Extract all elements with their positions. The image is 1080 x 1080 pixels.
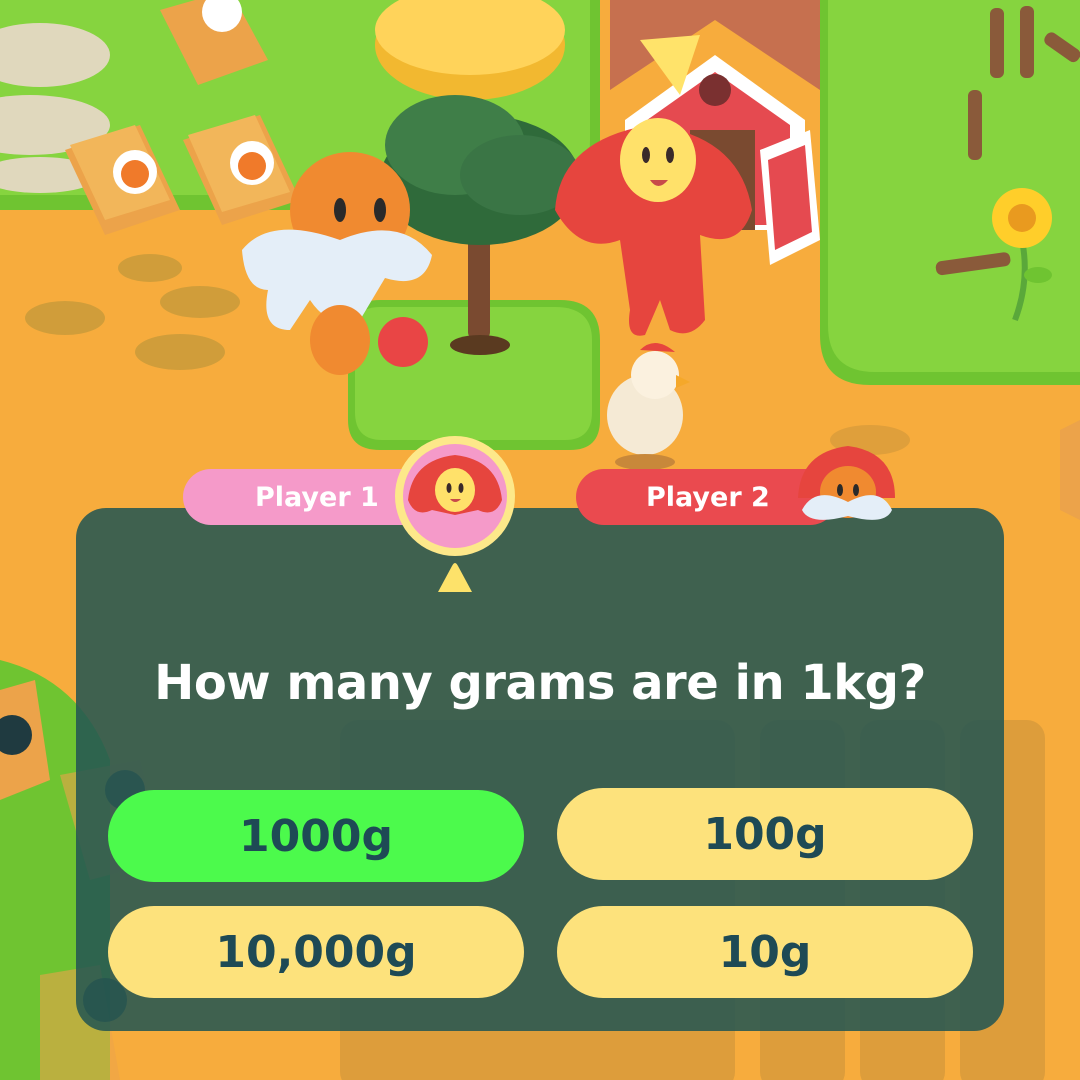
answer-label-4: 10g: [718, 926, 812, 978]
answer-button-4[interactable]: 10g: [557, 906, 973, 998]
player-2-label: Player 2: [646, 481, 770, 513]
player-2-tag: Player 2: [576, 469, 838, 525]
answer-label-2: 100g: [703, 808, 827, 860]
answer-button-3[interactable]: 10,000g: [108, 906, 524, 998]
answer-button-1[interactable]: 1000g: [108, 790, 524, 882]
answer-label-3: 10,000g: [215, 926, 417, 978]
answer-label-1: 1000g: [239, 810, 393, 862]
answer-button-2[interactable]: 100g: [557, 788, 973, 880]
player-1-label: Player 1: [255, 481, 379, 513]
question-text: How many grams are in 1kg?: [154, 655, 926, 711]
player-1-tag: Player 1: [183, 469, 433, 525]
